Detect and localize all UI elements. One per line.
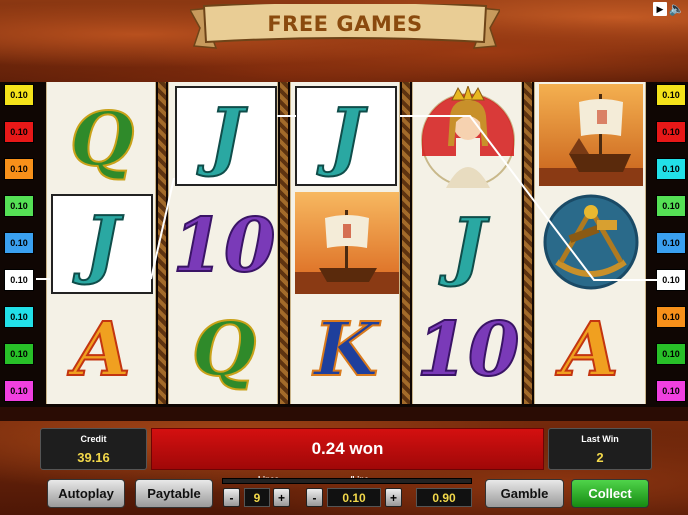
win-line xyxy=(36,115,658,281)
collect-button[interactable]: Collect xyxy=(571,479,649,508)
lines-value: 9 xyxy=(244,488,270,507)
lines-plus-button[interactable]: + xyxy=(273,488,290,507)
paytable-button[interactable]: Paytable xyxy=(135,479,213,508)
play-icon[interactable]: ▶ xyxy=(653,2,667,16)
won-display: 0.24 won xyxy=(151,428,544,470)
autoplay-button[interactable]: Autoplay xyxy=(47,479,125,508)
panel-divider xyxy=(0,407,688,421)
lines-minus-button[interactable]: - xyxy=(223,488,240,507)
gamble-button[interactable]: Gamble xyxy=(485,479,564,508)
bet-slider-track xyxy=(222,478,472,484)
last-win-box: Last Win 2 xyxy=(548,428,652,470)
total-bet-value: 0.90 xyxy=(416,488,472,507)
last-win-value: 2 xyxy=(596,450,604,465)
speaker-icon[interactable]: 🔈 xyxy=(669,1,685,16)
credit-value: 39.16 xyxy=(77,450,110,465)
reels-area: 0.10 0.10 0.10 0.10 0.10 0.10 0.10 0.10 0.10 0.1… xyxy=(0,82,688,407)
free-games-ribbon: FREE GAMES xyxy=(190,4,500,50)
banner-title: FREE GAMES xyxy=(267,12,423,36)
bet-minus-button[interactable]: - xyxy=(306,488,323,507)
credit-label: Credit xyxy=(80,434,107,444)
bet-per-line-value: 0.10 xyxy=(327,488,381,507)
credit-box: Credit 39.16 xyxy=(40,428,147,470)
bet-plus-button[interactable]: + xyxy=(385,488,402,507)
last-win-label: Last Win xyxy=(581,434,619,444)
